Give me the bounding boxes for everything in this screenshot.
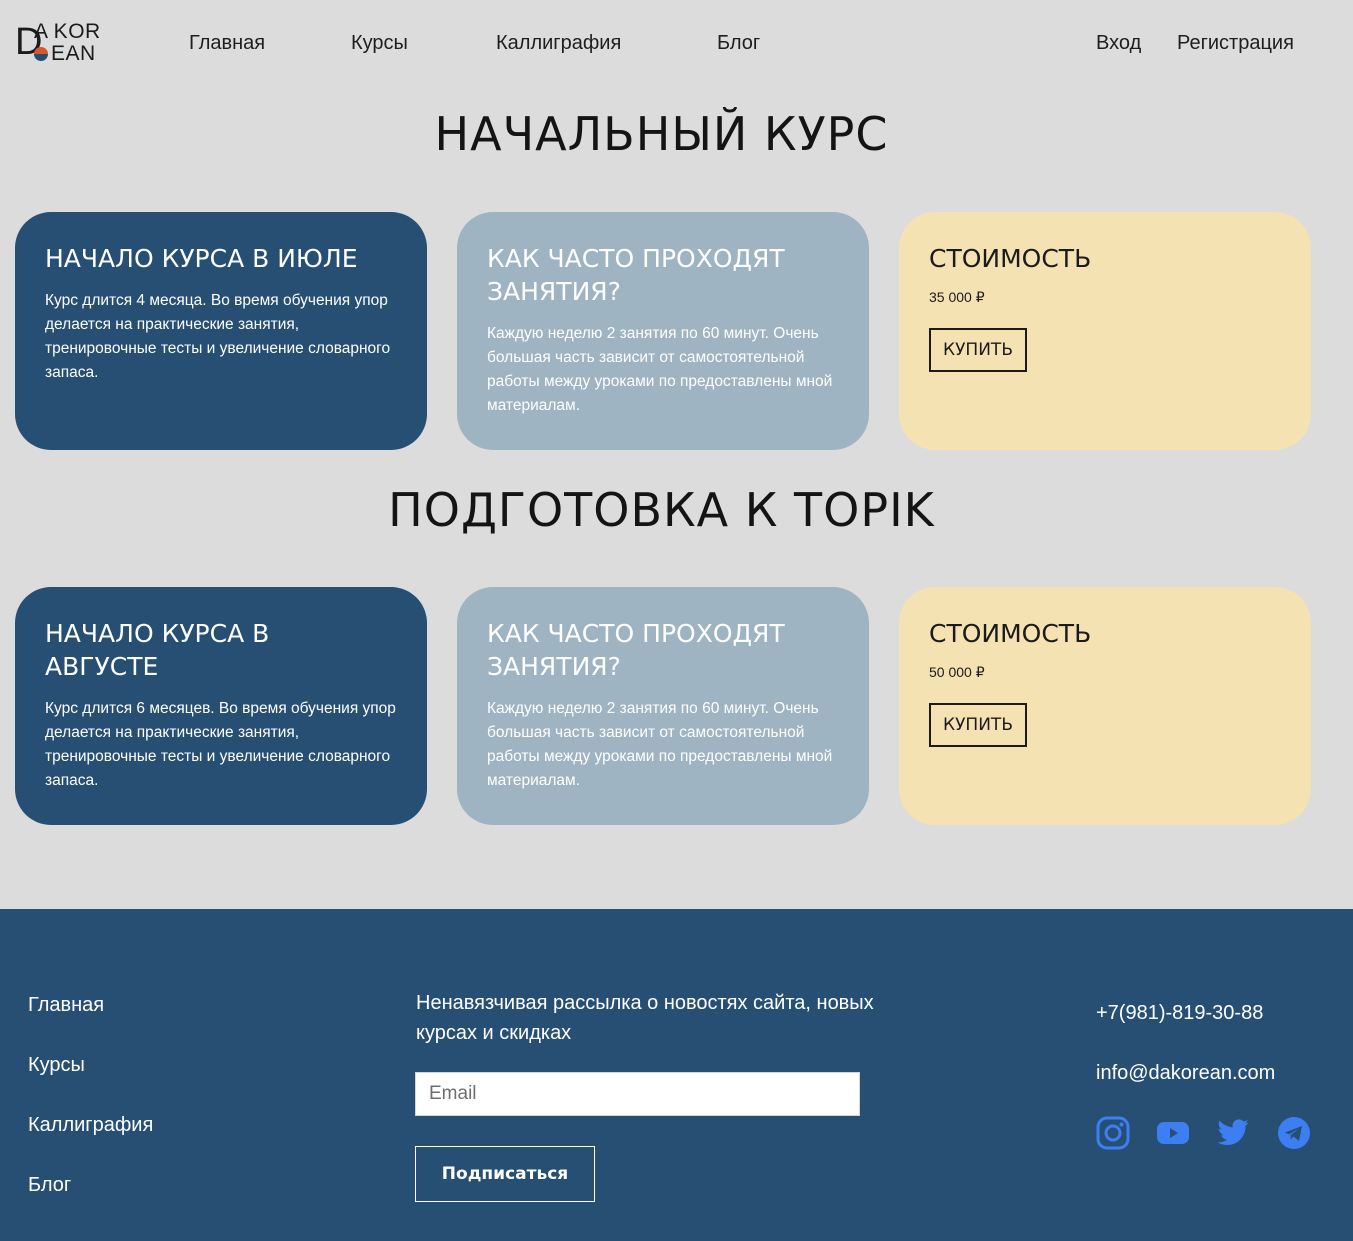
section-title-beginner: Начальный курс: [434, 107, 889, 161]
price-value: 50 000 ₽: [929, 664, 985, 680]
nav-link-blog[interactable]: Блог: [717, 31, 760, 55]
twitter-link[interactable]: [1216, 1116, 1250, 1150]
card-heading: Стоимость: [929, 619, 1092, 648]
card-heading: Начало курса в августе: [45, 619, 270, 681]
twitter-icon: [1217, 1119, 1249, 1146]
course-frequency-card: Как часто проходят занятия? Каждую недел…: [457, 587, 869, 825]
newsletter-text: Ненавязчивая рассылка о новостях сайта, …: [416, 992, 874, 1044]
course-start-card: Начало курса в июле Курс длится 4 месяца…: [15, 212, 427, 450]
course-price-card: Стоимость 35 000 ₽ Купить: [899, 212, 1311, 450]
nav-link-home[interactable]: Главная: [189, 31, 265, 55]
card-text: Каждую неделю 2 занятия по 60 минут. Оче…: [487, 700, 833, 789]
card-heading: Стоимость: [929, 244, 1092, 273]
logo-row-1: A KOR: [34, 20, 101, 43]
nav-link-calligraphy[interactable]: Каллиграфия: [496, 31, 621, 55]
email-input[interactable]: [415, 1072, 860, 1116]
telegram-icon: [1278, 1117, 1310, 1149]
youtube-icon: [1157, 1122, 1189, 1144]
card-heading: Как часто проходят занятия?: [487, 619, 785, 681]
footer: Главная Курсы Каллиграфия Блог Ненавязчи…: [0, 909, 1353, 1241]
email-link[interactable]: info@dakorean.com: [1096, 1061, 1275, 1085]
telegram-link[interactable]: [1277, 1116, 1311, 1150]
footer-link-blog[interactable]: Блог: [28, 1173, 71, 1197]
logo-row-2: EAN: [34, 43, 96, 65]
footer-link-calligraphy[interactable]: Каллиграфия: [28, 1113, 153, 1137]
youtube-link[interactable]: [1156, 1116, 1190, 1150]
instagram-icon: [1096, 1116, 1130, 1150]
price-value: 35 000 ₽: [929, 289, 985, 305]
card-heading: Начало курса в июле: [45, 244, 358, 273]
course-start-card: Начало курса в августе Курс длится 6 мес…: [15, 587, 427, 825]
card-text: Курс длится 6 месяцев. Во время обучения…: [45, 700, 396, 789]
course-price-card: Стоимость 50 000 ₽ Купить: [899, 587, 1311, 825]
phone-link[interactable]: +7(981)-819-30-88: [1096, 1001, 1263, 1025]
subscribe-button[interactable]: Подписаться: [415, 1146, 595, 1202]
buy-button[interactable]: Купить: [929, 328, 1027, 372]
register-link[interactable]: Регистрация: [1177, 31, 1294, 55]
card-heading: Как часто проходят занятия?: [487, 244, 785, 306]
login-link[interactable]: Вход: [1096, 31, 1141, 55]
section-title-topik: Подготовка к TOPIK: [388, 483, 935, 537]
footer-link-home[interactable]: Главная: [28, 993, 104, 1017]
card-text: Каждую неделю 2 занятия по 60 минут. Оче…: [487, 325, 833, 414]
course-frequency-card: Как часто проходят занятия? Каждую недел…: [457, 212, 869, 450]
logo[interactable]: D A KOR EAN: [15, 20, 110, 66]
footer-link-courses[interactable]: Курсы: [28, 1053, 85, 1077]
logo-row-2-text: EAN: [51, 42, 96, 65]
card-text: Курс длится 4 месяца. Во время обучения …: [45, 292, 391, 381]
nav-link-courses[interactable]: Курсы: [351, 31, 408, 55]
buy-button[interactable]: Купить: [929, 703, 1027, 747]
logo-circle-icon: [34, 47, 48, 61]
instagram-link[interactable]: [1096, 1116, 1130, 1150]
